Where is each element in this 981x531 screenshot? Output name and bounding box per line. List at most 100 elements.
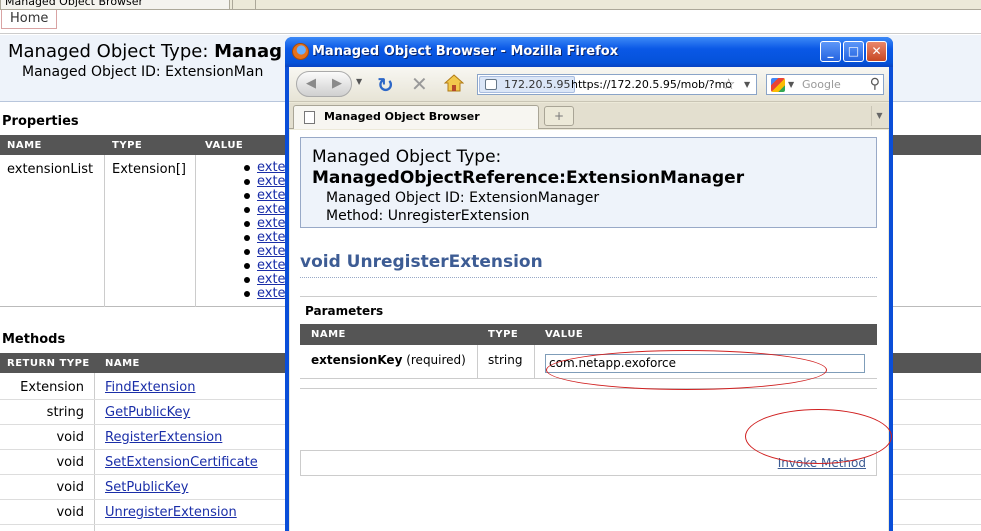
history-dropdown-icon[interactable]: ▼ bbox=[356, 77, 362, 86]
bookmark-star-icon[interactable]: ☆ bbox=[722, 75, 735, 93]
url-bar[interactable]: 172.20.5.95 https://172.20.5.95/mob/?mo … bbox=[477, 74, 757, 95]
extension-link[interactable]: exte bbox=[257, 230, 286, 245]
tab-list-dropdown-icon[interactable]: ▼ bbox=[871, 106, 887, 126]
background-tab-label: Managed Object Browser bbox=[5, 0, 144, 8]
extension-link[interactable]: exte bbox=[257, 286, 286, 301]
method-return-type: void bbox=[56, 505, 84, 520]
window-title-bar[interactable]: Managed Object Browser - Mozilla Firefox… bbox=[285, 37, 893, 67]
forward-arrow-icon[interactable]: ▶ bbox=[325, 73, 349, 95]
param-col-name: NAME bbox=[311, 329, 346, 340]
divider bbox=[300, 277, 877, 278]
methods-title: Methods bbox=[2, 332, 66, 347]
highlight-ellipse bbox=[546, 350, 827, 390]
method-link[interactable]: SetPublicKey bbox=[105, 480, 188, 495]
site-identity-button[interactable]: 172.20.5.95 bbox=[479, 76, 576, 93]
url-dropdown-icon[interactable]: ▼ bbox=[744, 80, 750, 89]
background-type-value: Manag bbox=[214, 41, 283, 62]
url-text[interactable]: https://172.20.5.95/mob/?mo bbox=[571, 78, 732, 91]
list-item: exte bbox=[240, 287, 286, 301]
method-return-type: void bbox=[56, 480, 84, 495]
tab-managed-object-browser[interactable]: Managed Object Browser bbox=[293, 105, 539, 129]
method-link[interactable]: FindExtension bbox=[105, 380, 195, 395]
parameters-title: Parameters bbox=[305, 304, 384, 318]
minimize-button[interactable]: _ bbox=[820, 41, 841, 62]
param-col-type: TYPE bbox=[488, 329, 519, 340]
site-identity-label: 172.20.5.95 bbox=[504, 78, 571, 91]
method-return-type: Extension bbox=[20, 380, 84, 395]
column-divider bbox=[195, 155, 196, 307]
list-item: exte bbox=[240, 231, 286, 245]
reload-icon[interactable]: ↻ bbox=[377, 73, 394, 97]
search-bar[interactable]: ▼ Google ⚲ bbox=[766, 74, 884, 95]
background-tab-strip: Managed Object Browser bbox=[0, 0, 981, 10]
close-button[interactable]: ✕ bbox=[866, 41, 887, 62]
list-item: exte bbox=[240, 161, 286, 175]
stop-icon[interactable]: ✕ bbox=[411, 72, 428, 96]
home-icon[interactable] bbox=[444, 73, 464, 93]
page-content: Managed Object Type: ManagedObjectRefere… bbox=[290, 130, 888, 531]
properties-title: Properties bbox=[2, 114, 79, 129]
back-forward-group: ◀ ▶ bbox=[296, 71, 352, 97]
properties-col-name: NAME bbox=[7, 140, 42, 151]
background-new-tab-button[interactable] bbox=[232, 0, 256, 10]
search-engine-dropdown-icon[interactable]: ▼ bbox=[788, 80, 794, 89]
highlight-ellipse bbox=[745, 409, 892, 464]
method-link[interactable]: RegisterExtension bbox=[105, 430, 222, 445]
extension-link[interactable]: exte bbox=[257, 258, 286, 273]
site-identity-icon bbox=[485, 79, 497, 90]
page-icon bbox=[304, 111, 315, 124]
column-divider bbox=[534, 345, 535, 379]
list-item: exte bbox=[240, 203, 286, 217]
list-item: exte bbox=[240, 245, 286, 259]
extension-link[interactable]: exte bbox=[257, 244, 286, 259]
param-name-key: extensionKey bbox=[311, 353, 403, 367]
properties-col-value: VALUE bbox=[205, 140, 244, 151]
list-item: exte bbox=[240, 273, 286, 287]
list-item: exte bbox=[240, 189, 286, 203]
methods-col-name: NAME bbox=[105, 358, 140, 369]
extension-link[interactable]: exte bbox=[257, 188, 286, 203]
extension-link[interactable]: exte bbox=[257, 160, 286, 175]
managed-object-id: Managed Object ID: ExtensionManager bbox=[326, 190, 599, 206]
param-required: (required) bbox=[402, 353, 466, 367]
extension-link[interactable]: exte bbox=[257, 272, 286, 287]
extension-link[interactable]: exte bbox=[257, 202, 286, 217]
extension-link[interactable]: exte bbox=[257, 216, 286, 231]
background-tab[interactable]: Managed Object Browser bbox=[0, 0, 230, 10]
search-icon[interactable]: ⚲ bbox=[870, 76, 880, 92]
method-label: Method: bbox=[326, 208, 388, 224]
method-return-type: void bbox=[56, 455, 84, 470]
background-type-label: Managed Object Type: bbox=[8, 41, 215, 62]
managed-object-id-label: Managed Object ID: bbox=[326, 190, 470, 206]
firefox-icon bbox=[292, 43, 309, 60]
column-divider bbox=[104, 155, 105, 307]
window-title: Managed Object Browser - Mozilla Firefox bbox=[312, 44, 619, 59]
property-name: extensionList bbox=[7, 162, 94, 177]
list-item: exte bbox=[240, 259, 286, 273]
method-link[interactable]: GetPublicKey bbox=[105, 405, 190, 420]
method-link[interactable]: UnregisterExtension bbox=[105, 505, 237, 520]
method-line: Method: UnregisterExtension bbox=[326, 208, 530, 224]
extension-link[interactable]: exte bbox=[257, 174, 286, 189]
method-link[interactable]: SetExtensionCertificate bbox=[105, 455, 258, 470]
background-id-line: Managed Object ID: ExtensionMan bbox=[22, 64, 263, 80]
method-return-type: string bbox=[46, 405, 84, 420]
home-bar bbox=[0, 10, 981, 34]
properties-col-type: TYPE bbox=[112, 140, 143, 151]
property-type: Extension[] bbox=[112, 162, 186, 177]
methods-col-return-type: RETURN TYPE bbox=[7, 358, 90, 369]
back-arrow-icon[interactable]: ◀ bbox=[299, 73, 323, 95]
method-return-type: void bbox=[56, 430, 84, 445]
home-link[interactable]: Home bbox=[1, 10, 58, 29]
search-input[interactable]: Google bbox=[802, 78, 841, 91]
param-name: extensionKey (required) bbox=[311, 353, 466, 367]
google-icon[interactable] bbox=[771, 78, 785, 92]
column-divider bbox=[477, 345, 478, 379]
maximize-button[interactable]: □ bbox=[843, 41, 864, 62]
managed-object-id-value: ExtensionManager bbox=[469, 190, 600, 206]
background-type-title: Managed Object Type: Manag bbox=[8, 41, 282, 62]
new-tab-button[interactable]: + bbox=[544, 106, 574, 126]
tab-label: Managed Object Browser bbox=[324, 110, 480, 123]
extension-list: exte exte exte exte exte exte exte exte … bbox=[240, 161, 286, 301]
tab-strip: Managed Object Browser + ▼ bbox=[289, 103, 889, 129]
